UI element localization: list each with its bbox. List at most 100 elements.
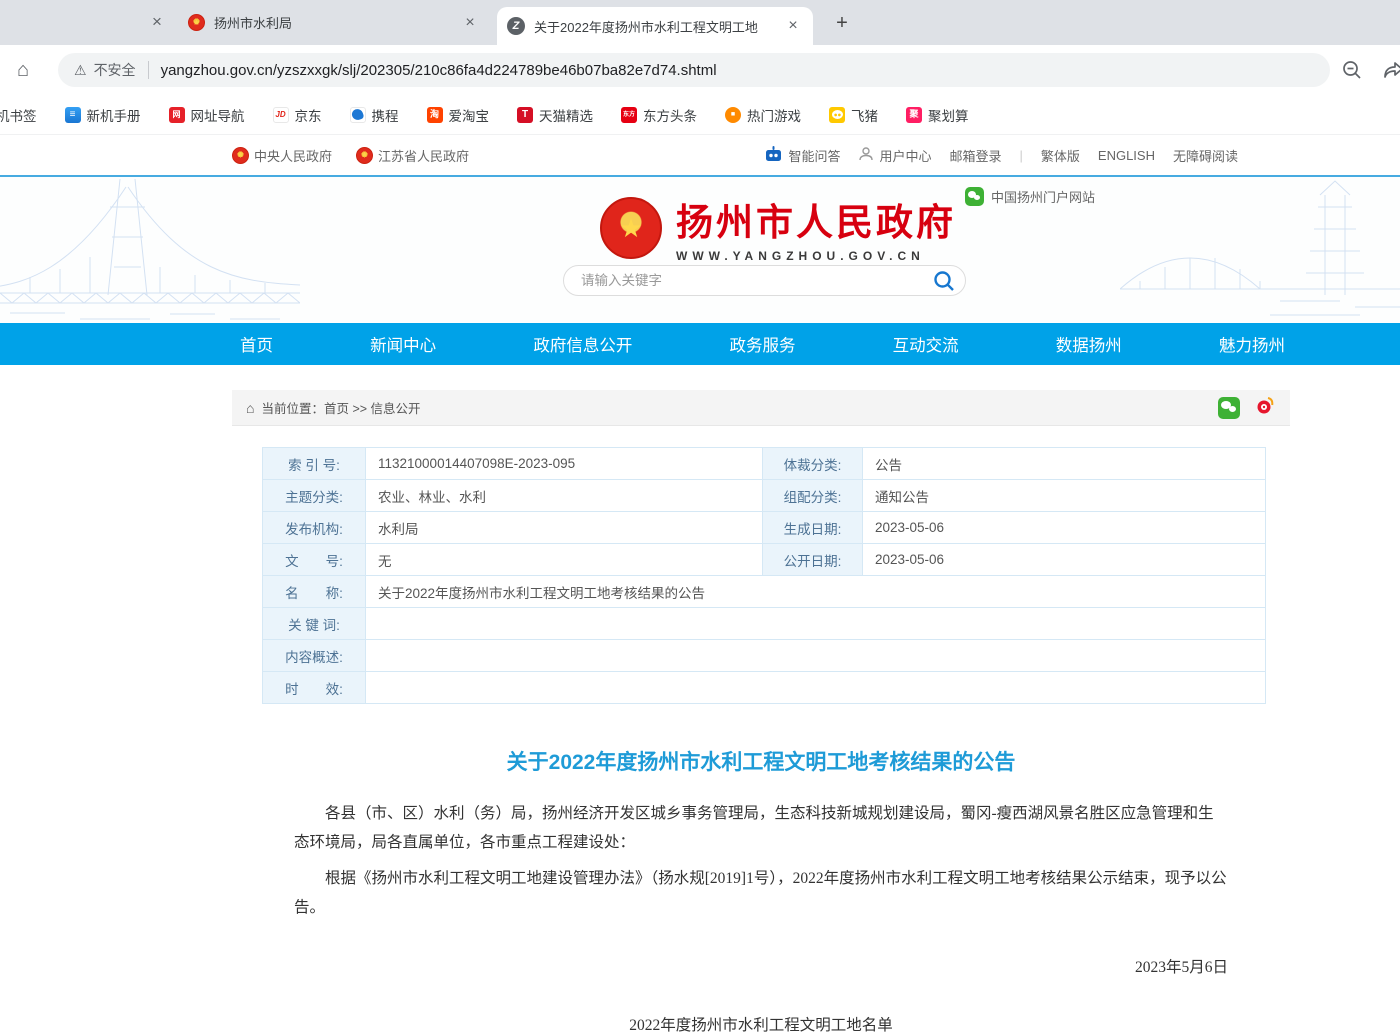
toutiao-icon: 东方 [621,107,637,123]
bookmark-item[interactable]: 淘 爱淘宝 [427,105,490,125]
link-jiangsu-gov[interactable]: ★ 江苏省人民政府 [356,146,469,165]
site-url: WWW.YANGZHOU.GOV.CN [676,249,956,263]
article-paragraph: 根据《扬州市水利工程文明工地建设管理办法》（扬水规[2019]1号），2022年… [294,865,1228,922]
link-accessibility[interactable]: 无障碍阅读 [1173,146,1238,165]
table-row: 时 效: [263,672,1266,704]
gov-emblem-favicon: ★ [188,14,205,31]
divider: | [1020,148,1023,163]
meta-value [366,640,1266,672]
bookmark-label: 网址导航 [191,105,245,125]
document-meta-table: 索 引 号: 11321000014407098E-2023-095 体裁分类:… [262,447,1266,704]
bookmark-item[interactable]: 网 网址导航 [169,105,245,125]
meta-label: 公开日期: [763,544,863,576]
link-label: 邮箱登录 [949,146,1001,165]
nav-news[interactable]: 新闻中心 [370,332,436,356]
link-label: 中央人民政府 [254,146,332,165]
meta-value: 通知公告 [863,480,1266,512]
meta-label: 名 称: [263,576,366,608]
nav-data[interactable]: 数据扬州 [1056,332,1122,356]
meta-value: 农业、林业、水利 [366,480,763,512]
bookmark-item[interactable]: 聚 聚划算 [906,105,969,125]
nav-services[interactable]: 政务服务 [729,332,795,356]
share-wechat-icon[interactable] [1218,397,1240,419]
bookmark-label: 京东 [295,105,322,125]
games-icon: ■ [725,107,741,123]
tab-active-announcement[interactable]: Z 关于2022年度扬州市水利工程文明工地 × [497,7,813,45]
tab-title: 关于2022年度扬州市水利工程文明工地 [534,17,774,36]
bookmark-label: 热门游戏 [747,105,801,125]
wechat-icon [965,187,984,206]
address-divider [148,61,149,79]
close-icon[interactable]: × [783,16,803,36]
meta-value: 2023-05-06 [863,512,1266,544]
page-content: ⌂ 当前位置：首页 >> 信息公开 索 引 号: 113210000144070… [232,365,1290,1035]
link-central-gov[interactable]: ★ 中央人民政府 [232,146,332,165]
link-smart-qa[interactable]: 智能问答 [764,145,840,165]
table-row: 文 号: 无 公开日期: 2023-05-06 [263,544,1266,576]
bridge-art-left [0,177,300,323]
nav-home[interactable]: 首页 [240,332,273,356]
tmall-icon: T [517,107,533,123]
bookmark-item[interactable]: ■ 热门游戏 [725,105,801,125]
site-favicon: Z [507,17,525,35]
link-label: 江苏省人民政府 [378,146,469,165]
table-row: 发布机构: 水利局 生成日期: 2023-05-06 [263,512,1266,544]
bookmark-label: 机书签 [0,105,37,125]
table-row: 关 键 词: [263,608,1266,640]
zoom-out-icon[interactable] [1340,58,1364,82]
bookmark-item[interactable]: ≡ 新机手册 [65,105,141,125]
browser-toolbar: ⌂ ⚠ 不安全 yangzhou.gov.cn/yzszxxgk/slj/202… [0,45,1400,95]
bookmark-label: 聚划算 [928,105,969,125]
link-label: ENGLISH [1098,148,1155,163]
close-icon[interactable]: × [460,13,480,33]
bookmark-item[interactable]: 机书签 [0,105,37,125]
site-name: 扬州市人民政府 [676,192,956,246]
tab-yangzhou-water-bureau[interactable]: ★ 扬州市水利局 × [178,0,490,45]
meta-label: 发布机构: [263,512,366,544]
home-icon: ⌂ [246,400,254,416]
portal-link[interactable]: 中国扬州门户网站 [965,187,1095,206]
bookmark-item[interactable]: 携程 [350,105,399,125]
gov-links-bar: ★ 中央人民政府 ★ 江苏省人民政府 智能问答 用户中心 邮箱登录 | 繁体版 [0,135,1400,175]
site-logo[interactable]: ★ 扬州市人民政府 WWW.YANGZHOU.GOV.CN [600,192,956,263]
warning-icon: ⚠ [74,62,87,79]
link-traditional[interactable]: 繁体版 [1041,146,1080,165]
link-english[interactable]: ENGLISH [1098,148,1155,163]
meta-value: 公告 [863,448,1266,480]
share-weibo-icon[interactable] [1254,394,1276,421]
meta-value [366,672,1266,704]
url-text[interactable]: yangzhou.gov.cn/yzszxxgk/slj/202305/210c… [161,62,717,79]
bookmark-item[interactable]: 飞猪 [829,105,878,125]
breadcrumb: ⌂ 当前位置：首页 >> 信息公开 [232,390,1290,426]
breadcrumb-label[interactable]: 当前位置：首页 >> 信息公开 [261,398,420,417]
bookmark-label: 东方头条 [643,105,697,125]
manual-icon: ≡ [65,107,81,123]
user-icon [858,146,874,165]
bookmark-item[interactable]: T 天猫精选 [517,105,593,125]
link-mail-login[interactable]: 邮箱登录 [949,146,1001,165]
national-emblem-icon: ★ [600,197,662,259]
table-row: 索 引 号: 11321000014407098E-2023-095 体裁分类:… [263,448,1266,480]
table-row: 主题分类: 农业、林业、水利 组配分类: 通知公告 [263,480,1266,512]
gov-emblem-icon: ★ [356,147,373,164]
link-user-center[interactable]: 用户中心 [858,146,931,165]
home-icon[interactable]: ⌂ [10,57,36,83]
search-input[interactable] [564,273,965,288]
bookmark-item[interactable]: 东方 东方头条 [621,105,697,125]
link-label: 智能问答 [788,146,840,165]
search-icon[interactable] [931,269,956,294]
meta-label: 组配分类: [763,480,863,512]
meta-label: 文 号: [263,544,366,576]
nav-charm[interactable]: 魅力扬州 [1219,332,1285,356]
nav-info-disclosure[interactable]: 政府信息公开 [533,332,632,356]
gov-emblem-icon: ★ [232,147,249,164]
bookmark-item[interactable]: JD 京东 [273,105,322,125]
nav-site-icon: 网 [169,107,185,123]
share-icon[interactable] [1382,58,1400,82]
new-tab-button[interactable]: + [830,11,854,35]
address-bar[interactable]: ⚠ 不安全 yangzhou.gov.cn/yzszxxgk/slj/20230… [58,53,1330,87]
robot-icon [764,145,783,165]
security-label[interactable]: 不安全 [94,60,136,80]
nav-interaction[interactable]: 互动交流 [893,332,959,356]
close-icon[interactable]: × [146,11,168,33]
